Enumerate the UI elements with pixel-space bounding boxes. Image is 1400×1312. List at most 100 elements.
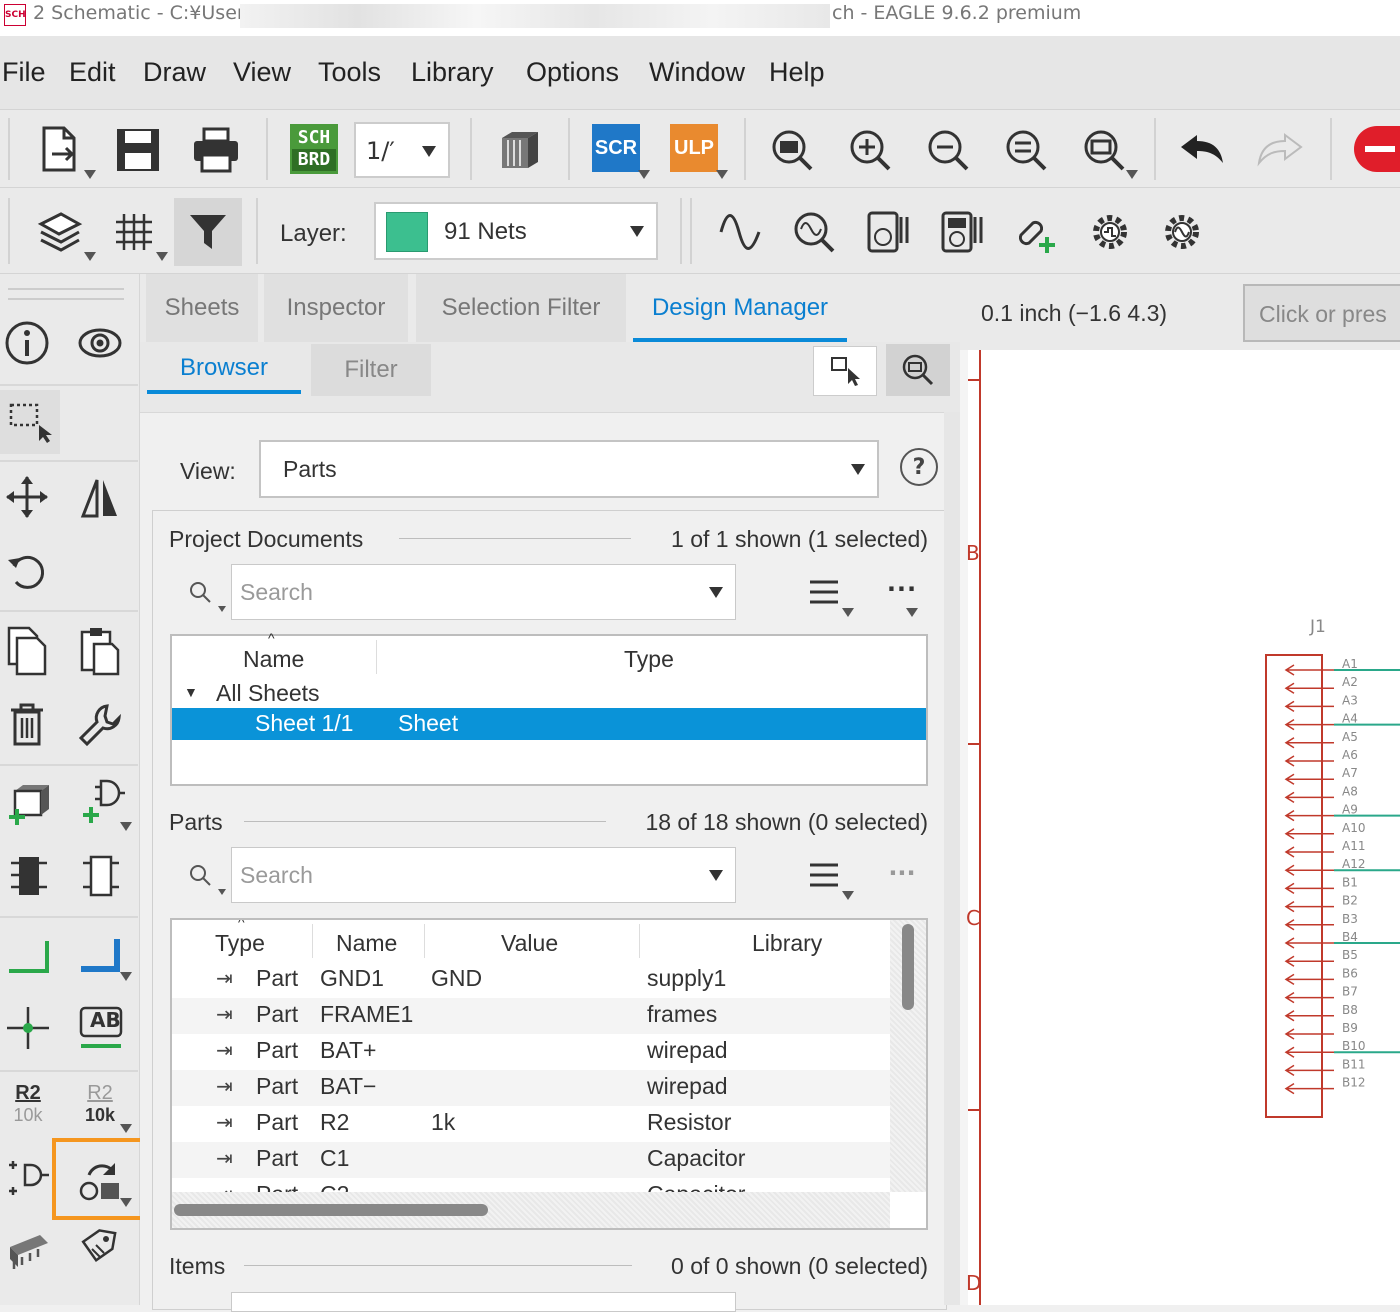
project-documents-search[interactable]: Search [231, 564, 736, 620]
move-icon[interactable] [2, 472, 52, 522]
script-icon[interactable]: SCR [592, 124, 640, 172]
simulation-waveform-icon[interactable] [712, 204, 768, 260]
pin-A6 [1284, 755, 1334, 767]
help-icon[interactable]: ? [900, 448, 938, 486]
table-row[interactable]: ⇥ Part GND1 GND supply1 [172, 962, 890, 998]
column-header-type[interactable]: Type [215, 930, 265, 957]
select-in-canvas-icon[interactable] [813, 346, 877, 396]
smash-icon[interactable]: R2 10k [78, 1082, 122, 1128]
net-icon[interactable] [2, 930, 54, 980]
column-header-type[interactable]: Type [624, 646, 674, 673]
menu-file[interactable]: File [2, 57, 46, 88]
subtab-browser[interactable]: Browser [147, 354, 301, 390]
paste-icon[interactable] [74, 624, 126, 678]
print-icon[interactable] [186, 122, 246, 178]
menu-library[interactable]: Library [411, 57, 494, 88]
info-icon[interactable] [2, 318, 52, 368]
menu-view[interactable]: View [233, 57, 291, 88]
junction-icon[interactable] [2, 1002, 54, 1054]
name-value-icon[interactable]: R2 10k [6, 1082, 50, 1128]
package-icon[interactable] [2, 1224, 54, 1276]
library-icon[interactable] [490, 122, 550, 178]
add-part-icon[interactable] [2, 774, 58, 830]
rotate-icon[interactable] [2, 546, 52, 596]
open-file-icon[interactable] [30, 122, 90, 178]
status-bar: 0.1 inch (−1.6 4.3) Click or pres [960, 274, 1400, 350]
ulp-icon[interactable]: ULP [670, 124, 718, 172]
zoom-out-icon[interactable] [920, 122, 976, 178]
replace-part-icon[interactable] [2, 850, 54, 902]
column-header-value[interactable]: Value [501, 930, 558, 957]
tab-selection-filter[interactable]: Selection Filter [416, 274, 626, 342]
undo-icon[interactable] [1174, 124, 1230, 174]
tab-inspector[interactable]: Inspector [264, 274, 408, 342]
zoom-in-icon[interactable] [842, 122, 898, 178]
horizontal-scrollbar-thumb[interactable] [174, 1204, 488, 1216]
search-icon[interactable] [186, 861, 214, 889]
edit-part-icon[interactable] [74, 850, 126, 902]
voltage-probe-icon[interactable] [860, 204, 916, 260]
table-row-selected[interactable]: Sheet 1/1 Sheet [172, 708, 926, 740]
command-line-input[interactable]: Click or pres [1243, 284, 1400, 342]
zoom-previous-icon[interactable] [1076, 122, 1132, 178]
delete-icon[interactable] [2, 698, 52, 752]
filter-icon[interactable] [174, 198, 242, 266]
mirror-icon[interactable] [74, 472, 126, 522]
invoke-gate-icon[interactable] [2, 1154, 54, 1206]
column-header-name[interactable]: Name [336, 930, 397, 957]
redo-icon[interactable] [1252, 124, 1308, 174]
expand-triangle-icon[interactable]: ▼ [184, 684, 198, 700]
list-view-icon[interactable] [804, 572, 844, 612]
tree-item-all-sheets[interactable]: All Sheets [216, 680, 320, 707]
menu-help[interactable]: Help [769, 57, 825, 88]
attribute-tag-icon[interactable] [74, 1224, 128, 1276]
tab-design-manager[interactable]: Design Manager [633, 274, 847, 342]
run-simulation-icon[interactable] [1154, 204, 1210, 260]
items-search[interactable] [231, 1292, 736, 1312]
more-options-icon[interactable]: ··· [882, 858, 922, 888]
grid-icon[interactable] [106, 204, 162, 260]
table-row[interactable]: ⇥ Part FRAME1 frames [172, 998, 890, 1034]
sheet-select[interactable]: 1/′ [354, 122, 450, 178]
vertical-scrollbar-thumb[interactable] [902, 924, 914, 1010]
menu-window[interactable]: Window [649, 57, 745, 88]
show-icon[interactable] [74, 318, 126, 368]
change-wrench-icon[interactable] [74, 698, 126, 752]
stop-icon[interactable] [1354, 126, 1400, 172]
cell-type: Part [256, 1073, 299, 1099]
layer-settings-icon[interactable] [30, 204, 90, 260]
more-options-icon[interactable]: ··· [882, 574, 922, 604]
parts-search[interactable]: Search [231, 847, 736, 903]
table-row[interactable]: ⇥ Part BAT+ wirepad [172, 1034, 890, 1070]
column-header-library[interactable]: Library [752, 930, 822, 957]
search-icon[interactable] [186, 578, 214, 606]
menu-edit[interactable]: Edit [69, 57, 116, 88]
menu-bar: File Edit Draw View Tools Library Option… [0, 36, 1400, 110]
schematic-canvas[interactable]: 0.1 inch (−1.6 4.3) Click or pres B C D J1 A… [960, 274, 1400, 1305]
table-row[interactable]: ⇥ Part R2 1k Resistor [172, 1106, 890, 1142]
zoom-select-icon[interactable] [998, 122, 1054, 178]
zoom-to-selection-icon[interactable] [886, 344, 950, 396]
table-row[interactable]: ⇥ Part BAT− wirepad [172, 1070, 890, 1106]
phase-probe-icon[interactable] [934, 204, 990, 260]
menu-tools[interactable]: Tools [318, 57, 381, 88]
layer-select[interactable]: 91 Nets [374, 202, 658, 260]
add-link-icon[interactable] [1008, 204, 1064, 260]
table-row[interactable]: ⇥ Part C1 Capacitor [172, 1142, 890, 1178]
view-select[interactable]: Parts [259, 440, 879, 498]
save-icon[interactable] [108, 122, 168, 178]
column-header-name[interactable]: Name [243, 646, 304, 673]
menu-options[interactable]: Options [526, 57, 619, 88]
panel-scrollbar[interactable] [944, 412, 960, 1305]
group-select-icon[interactable] [0, 390, 60, 454]
menu-draw[interactable]: Draw [143, 57, 206, 88]
probe-icon[interactable] [786, 204, 842, 260]
zoom-fit-icon[interactable] [764, 122, 820, 178]
sch-brd-switch-icon[interactable]: SCH BRD [290, 124, 338, 174]
list-view-icon[interactable] [804, 855, 844, 895]
simulation-settings-icon[interactable] [1082, 204, 1138, 260]
subtab-filter[interactable]: Filter [311, 344, 431, 396]
tab-sheets[interactable]: Sheets [146, 274, 258, 342]
copy-icon[interactable] [2, 624, 52, 678]
bus-icon[interactable] [74, 930, 126, 980]
